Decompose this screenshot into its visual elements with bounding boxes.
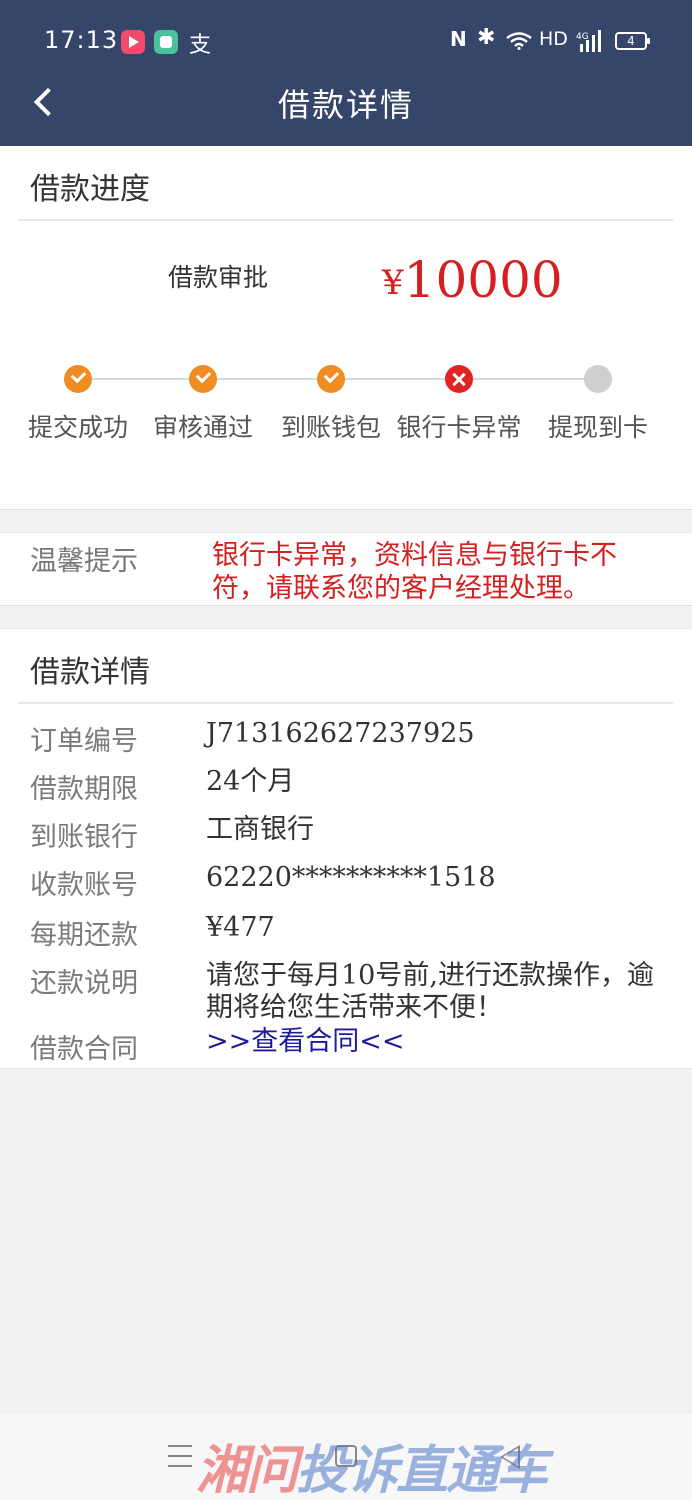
step-3-label: 到账钱包 [280,413,382,442]
menu-icon[interactable] [168,1445,192,1467]
loan-term-value: 24个月 [206,766,295,797]
nfc-icon: N [450,27,467,51]
step-1-label: 提交成功 [27,413,129,442]
installment-label: 每期还款 [30,920,138,951]
divider [18,219,673,221]
repayment-note-value: 请您于每月10号前,进行还款操作，逾期将给您生活带来不便！ [206,960,654,1023]
account-label: 收款账号 [30,870,138,901]
view-contract-link[interactable]: >>查看合同<< [206,1026,676,1058]
tip-card: 温馨提示 银行卡异常，资料信息与银行卡不符，请联系您的客户经理处理。 [0,532,692,606]
progress-card: 借款进度 借款审批 ¥10000 提交成功 审核通过 到账钱包 银行卡异常 提现… [0,146,692,510]
order-number-label: 订单编号 [30,726,138,757]
status-time: 17:13 [44,26,119,54]
tip-label: 温馨提示 [30,546,138,577]
watermark-part2: 投诉直通车 [296,1441,548,1500]
chat-app-icon [154,30,178,54]
account-value: 62220**********1518 [206,862,496,893]
top-bar: 17:13 支 N ✱ HD 4G 4 借款详情 [0,0,692,146]
watermark-logo: 湘问投诉直通车 [196,1428,548,1500]
contract-label: 借款合同 [30,1034,138,1065]
details-section-title: 借款详情 [30,655,150,690]
tip-message: 银行卡异常，资料信息与银行卡不符，请联系您的客户经理处理。 [212,540,617,604]
step-2-check-icon [189,365,217,393]
step-2-label: 审核通过 [152,413,254,442]
progress-section-title: 借款进度 [30,172,150,207]
bluetooth-icon: ✱ [477,25,496,50]
alipay-icon: 支 [189,33,212,58]
bank-value: 工商银行 [206,814,314,845]
repayment-note-label: 还款说明 [30,968,138,999]
order-number-value: J713162627237925 [206,718,475,749]
hd-indicator: HD [539,28,568,50]
approval-label: 借款审批 [168,263,269,292]
details-card: 借款详情 订单编号 J713162627237925 借款期限 24个月 到账银… [0,628,692,1069]
amount-value: 10000 [403,251,563,309]
step-5-pending-icon [584,365,612,393]
watermark-part1: 湘问 [196,1441,298,1500]
battery-icon: 4 [615,32,650,50]
video-app-icon [121,30,145,54]
step-3-check-icon [317,365,345,393]
installment-value: ¥477 [206,912,275,943]
divider [18,702,673,704]
page-title: 借款详情 [277,86,414,124]
bank-label: 到账银行 [30,822,138,853]
signal-icon: 4G [576,30,601,52]
step-4-label: 银行卡异常 [396,413,522,442]
loan-term-label: 借款期限 [30,774,138,805]
wifi-icon [506,32,532,50]
loan-amount: ¥10000 [382,251,563,309]
step-1-check-icon [64,365,92,393]
step-5-label: 提现到卡 [547,413,649,442]
currency-symbol: ¥ [382,263,404,303]
status-bar: 17:13 支 N ✱ HD 4G 4 [0,0,692,84]
step-4-error-icon [445,365,473,393]
